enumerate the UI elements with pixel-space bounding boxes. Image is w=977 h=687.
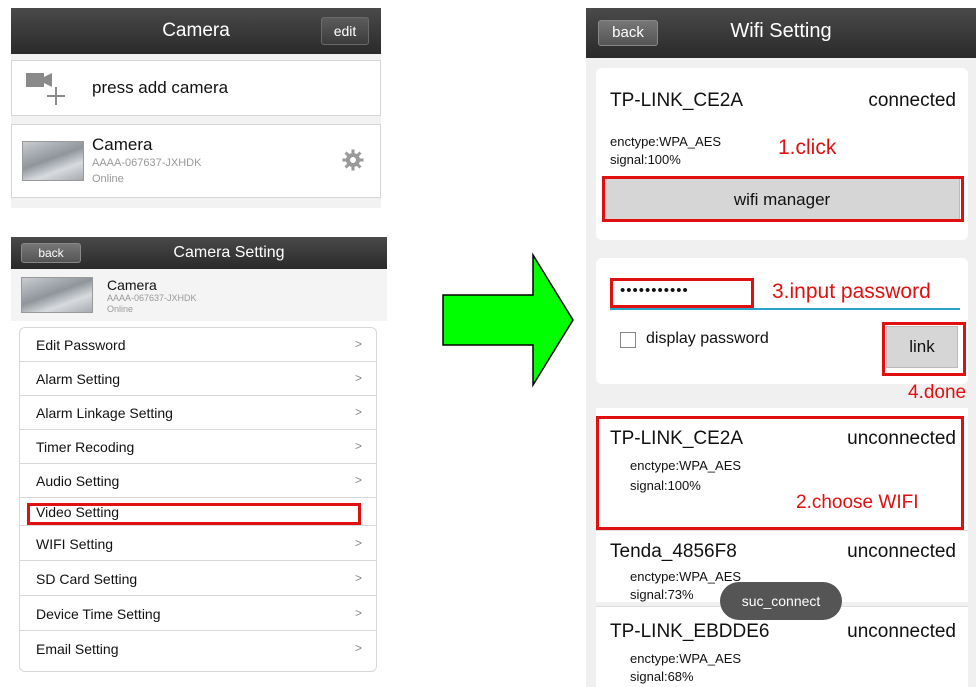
setting-item-label: WIFI Setting [36,536,114,552]
setting-item-alarm[interactable]: Alarm Setting > [20,362,376,396]
chevron-right-icon: > [354,473,362,487]
wifi-setting-title: Wifi Setting [730,20,832,42]
video-setting-highlight [27,503,361,525]
edit-button[interactable]: edit [321,17,369,45]
setting-item-label: Device Time Setting [36,606,161,622]
setting-item-label: Audio Setting [36,473,120,489]
camera-item[interactable]: Camera AAAA-067637-JXHDK Online [11,124,381,198]
chevron-right-icon: > [354,439,362,453]
network-enctype: enctype:WPA_AES [630,651,742,666]
wifi-setting-screen: back Wifi Setting TP-LINK_CE2A connected… [586,8,976,687]
wifi-manager-highlight [602,176,964,222]
network-signal: signal:73% [630,587,694,602]
display-password-checkbox[interactable] [620,332,636,348]
setting-item-device-time[interactable]: Device Time Setting > [20,596,376,631]
setting-item-alarm-linkage[interactable]: Alarm Linkage Setting > [20,396,376,430]
camera-list-header: Camera edit [11,8,381,54]
camera-name: Camera [92,135,153,154]
add-camera-row[interactable]: press add camera [11,60,381,116]
setting-item-label: Timer Recoding [36,439,135,455]
network-ssid: Tenda_4856F8 [610,541,737,562]
network-enctype: enctype:WPA_AES [630,569,742,584]
camera-list-screen: Camera edit press add camera Camera AAAA… [11,8,381,208]
gear-icon[interactable] [342,149,364,171]
setting-list: Edit Password > Alarm Setting > Alarm Li… [19,327,377,672]
camera-status: Online [92,173,124,185]
wifi-setting-header: back Wifi Setting [586,8,976,58]
password-highlight [610,278,754,308]
network-state: unconnected [847,621,956,642]
setting-item-label: Email Setting [36,641,119,657]
toast-text: suc_connect [741,593,821,609]
setting-item-label: Edit Password [36,337,126,353]
camera-uid: AAAA-067637-JXHDK [107,293,197,303]
setting-item-label: Alarm Linkage Setting [36,405,173,421]
annotation-step2: 2.choose WIFI [796,492,919,513]
camera-setting-header: back Camera Setting [11,237,387,269]
camera-setting-title: Camera Setting [173,244,285,261]
current-ssid: TP-LINK_CE2A [610,90,744,111]
chevron-right-icon: > [354,371,362,385]
annotation-step3: 3.input password [772,280,931,303]
camera-thumbnail [22,141,84,181]
video-camera-plus-icon [26,71,66,107]
link-highlight [882,322,966,376]
network-signal: signal:68% [630,669,694,684]
display-password-label: display password [646,330,769,347]
camera-name: Camera [107,277,157,293]
setting-item-audio[interactable]: Audio Setting > [20,464,376,498]
setting-item-sd-card[interactable]: SD Card Setting > [20,561,376,596]
chevron-right-icon: > [354,337,362,351]
setting-item-label: Alarm Setting [36,371,121,387]
setting-item-timer[interactable]: Timer Recoding > [20,430,376,464]
annotation-step4: 4.done [908,382,967,403]
chevron-right-icon: > [354,405,362,419]
current-enctype: enctype:WPA_AES [610,134,722,149]
chevron-right-icon: > [354,536,362,550]
setting-item-email[interactable]: Email Setting > [20,631,376,666]
chevron-right-icon: > [354,606,362,620]
camera-thumbnail [21,277,93,313]
camera-status: Online [107,304,134,314]
right-arrow-icon [438,250,578,390]
current-state: connected [868,90,956,111]
toast-message: suc_connect [720,582,842,620]
setting-item-wifi[interactable]: WIFI Setting > [20,526,376,561]
current-signal: signal:100% [610,152,681,167]
camera-setting-camera-info: Camera AAAA-067637-JXHDK Online [11,269,387,321]
camera-uid: AAAA-067637-JXHDK [92,157,202,169]
add-camera-label: press add camera [92,78,229,97]
network-state: unconnected [847,541,956,562]
annotation-step1: 1.click [778,136,837,159]
camera-setting-screen: back Camera Setting Camera AAAA-067637-J… [11,237,387,677]
setting-item-label: SD Card Setting [36,571,138,587]
chevron-right-icon: > [354,641,362,655]
network-ssid: TP-LINK_EBDDE6 [610,621,770,642]
chevron-right-icon: > [354,571,362,585]
setting-item-edit-password[interactable]: Edit Password > [20,328,376,362]
